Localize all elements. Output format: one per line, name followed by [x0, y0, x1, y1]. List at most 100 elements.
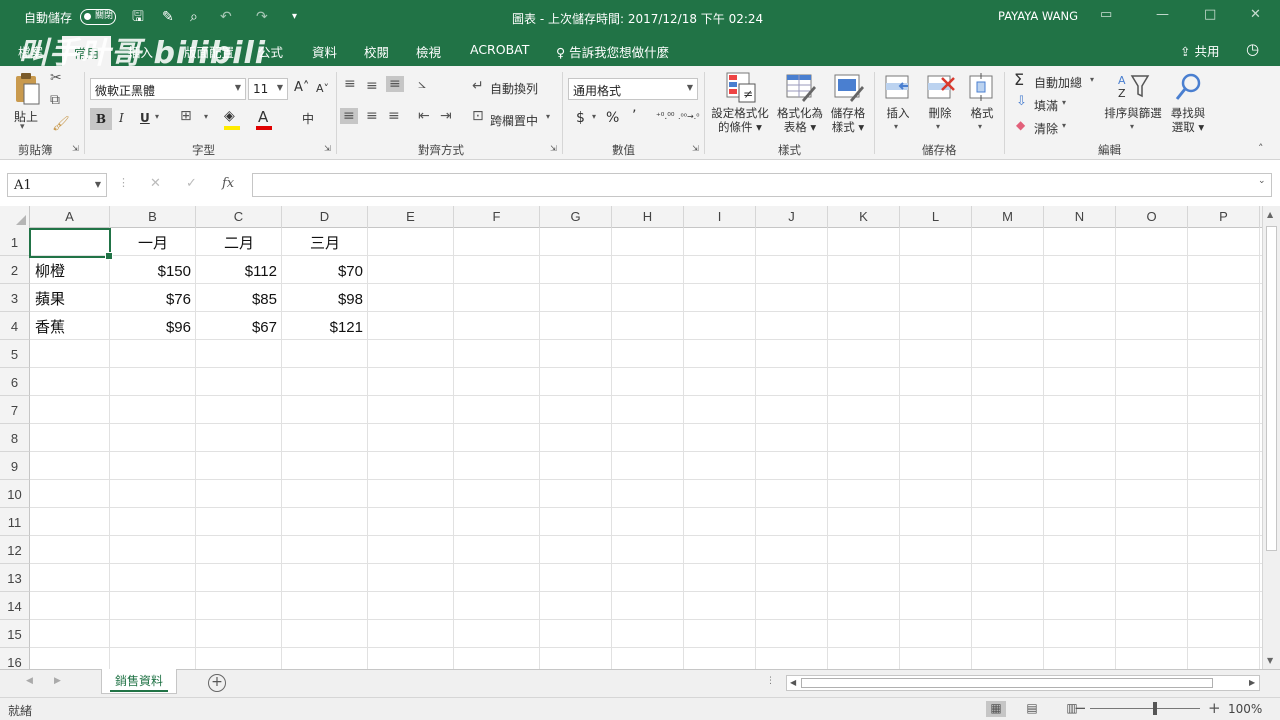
row-header-3[interactable]: 3	[0, 284, 30, 312]
scroll-right-icon[interactable]: ▶	[1249, 678, 1255, 687]
fill-dropdown-icon[interactable]: ▾	[1062, 98, 1066, 107]
font-size-select[interactable]: 11 ▼	[248, 78, 288, 100]
clear-button[interactable]: 清除	[1034, 120, 1058, 137]
merge-center-button[interactable]: 跨欄置中	[490, 112, 538, 129]
insert-function-icon[interactable]: fx	[222, 176, 234, 191]
enter-icon[interactable]: ✓	[186, 176, 197, 191]
sort-filter-icon[interactable]: AZ	[1118, 72, 1150, 102]
sort-dropdown-icon[interactable]: ▾	[1130, 122, 1134, 131]
cell-a4[interactable]: 香蕉	[30, 312, 110, 340]
undo-icon[interactable]: ↶	[220, 8, 232, 26]
cell-styles-button[interactable]: 儲存格 樣式 ▾	[826, 106, 870, 134]
vertical-scroll-thumb[interactable]	[1266, 226, 1277, 551]
font-launcher-icon[interactable]: ⇲	[324, 144, 331, 153]
align-middle-icon[interactable]: ≡	[366, 78, 378, 94]
activity-history-icon[interactable]: ◷	[1246, 40, 1259, 58]
tab-data[interactable]: 資料	[312, 42, 337, 61]
paste-button[interactable]: 貼上	[14, 108, 38, 125]
collapse-ribbon-icon[interactable]: ˄	[1258, 142, 1264, 155]
phonetic-icon[interactable]: 中	[302, 110, 314, 127]
add-sheet-icon[interactable]: +	[208, 674, 226, 692]
insert-cells-icon[interactable]	[884, 72, 912, 102]
conditional-formatting-button[interactable]: 設定格式化 的條件 ▾	[708, 106, 772, 134]
cell-a2[interactable]: 柳橙	[30, 256, 110, 284]
increase-indent-icon[interactable]: ⇥	[440, 108, 452, 124]
zoom-slider-thumb[interactable]	[1153, 702, 1157, 715]
row-header-5[interactable]: 5	[0, 340, 30, 368]
align-left-icon[interactable]: ≡	[340, 108, 358, 124]
cell-b2[interactable]: $150	[110, 256, 196, 284]
clipboard-launcher-icon[interactable]: ⇲	[72, 144, 79, 153]
column-header-l[interactable]: L	[900, 206, 972, 228]
row-header-14[interactable]: 14	[0, 592, 30, 620]
cell-c1[interactable]: 二月	[196, 228, 282, 256]
vertical-scrollbar[interactable]: ▲ ▼	[1262, 206, 1280, 669]
insert-button[interactable]: 插入	[882, 106, 914, 120]
fill-button[interactable]: 填滿	[1034, 97, 1058, 114]
find-select-icon[interactable]	[1174, 72, 1204, 102]
underline-dropdown-icon[interactable]: ▾	[155, 112, 159, 121]
user-name[interactable]: PAYAYA WANG	[998, 9, 1078, 23]
customize-quick-access-icon[interactable]: ▾	[292, 8, 297, 26]
column-header-c[interactable]: C	[196, 206, 282, 228]
cell-styles-icon[interactable]	[834, 72, 864, 104]
insert-dropdown-icon[interactable]: ▾	[894, 122, 898, 131]
column-header-b[interactable]: B	[110, 206, 196, 228]
borders-icon[interactable]: ⊞	[180, 108, 192, 124]
cell-c3[interactable]: $85	[196, 284, 282, 312]
column-header-k[interactable]: K	[828, 206, 900, 228]
column-header-o[interactable]: O	[1116, 206, 1188, 228]
fill-color-icon[interactable]: ◈	[224, 108, 235, 124]
cell-d1[interactable]: 三月	[282, 228, 368, 256]
cell-d4[interactable]: $121	[282, 312, 368, 340]
align-right-icon[interactable]: ≡	[388, 108, 400, 124]
autosum-icon[interactable]: Σ	[1014, 70, 1024, 89]
copy-icon[interactable]: ⧉	[50, 92, 60, 108]
formula-input[interactable]	[252, 173, 1272, 197]
clear-dropdown-icon[interactable]: ▾	[1062, 121, 1066, 130]
close-icon[interactable]: ✕	[1250, 7, 1261, 22]
font-color-icon[interactable]: A	[258, 108, 268, 126]
cell-c2[interactable]: $112	[196, 256, 282, 284]
tab-view[interactable]: 檢視	[416, 42, 441, 61]
orientation-icon[interactable]: ⦣	[418, 76, 426, 92]
cut-icon[interactable]: ✂	[50, 70, 62, 86]
redo-icon[interactable]: ↷	[256, 8, 268, 26]
delete-button[interactable]: 刪除	[924, 106, 956, 120]
cell-d3[interactable]: $98	[282, 284, 368, 312]
column-header-a[interactable]: A	[30, 206, 110, 228]
column-header-j[interactable]: J	[756, 206, 828, 228]
increase-decimal-button[interactable]: ⁺⁰.⁰⁰	[656, 112, 674, 122]
column-header-g[interactable]: G	[540, 206, 612, 228]
row-header-13[interactable]: 13	[0, 564, 30, 592]
row-header-7[interactable]: 7	[0, 396, 30, 424]
bold-button[interactable]: B	[90, 108, 112, 130]
cell-b4[interactable]: $96	[110, 312, 196, 340]
row-header-4[interactable]: 4	[0, 312, 30, 340]
save-edit-icon[interactable]: ✎	[162, 8, 174, 26]
wrap-text-button[interactable]: 自動換列	[490, 80, 538, 97]
row-header-1[interactable]: 1	[0, 228, 30, 256]
scroll-down-icon[interactable]: ▼	[1267, 656, 1273, 665]
currency-dropdown-icon[interactable]: ▾	[592, 112, 596, 121]
row-header-11[interactable]: 11	[0, 508, 30, 536]
row-header-8[interactable]: 8	[0, 424, 30, 452]
print-preview-icon[interactable]: ⌕	[190, 8, 198, 26]
increase-font-icon[interactable]: A˄	[294, 80, 309, 95]
prev-sheet-icon[interactable]: ◀	[26, 676, 33, 686]
autosum-dropdown-icon[interactable]: ▾	[1090, 75, 1094, 84]
decrease-decimal-button[interactable]: .⁰⁰→.⁰	[678, 112, 699, 121]
cell-b1[interactable]: 一月	[110, 228, 196, 256]
horizontal-scrollbar[interactable]: ◀ ▶	[786, 675, 1260, 691]
ribbon-display-icon[interactable]: ▭	[1100, 7, 1112, 22]
decrease-font-icon[interactable]: A˅	[316, 82, 329, 95]
column-header-e[interactable]: E	[368, 206, 454, 228]
column-header-d[interactable]: D	[282, 206, 368, 228]
underline-button[interactable]: U	[140, 111, 150, 125]
borders-dropdown-icon[interactable]: ▾	[204, 112, 208, 121]
delete-dropdown-icon[interactable]: ▾	[936, 122, 940, 131]
column-header-i[interactable]: I	[684, 206, 756, 228]
format-as-table-button[interactable]: 格式化為 表格 ▾	[772, 106, 828, 134]
autosum-button[interactable]: 自動加總	[1034, 74, 1082, 91]
expand-formula-bar-icon[interactable]: ⌄	[1258, 176, 1266, 186]
